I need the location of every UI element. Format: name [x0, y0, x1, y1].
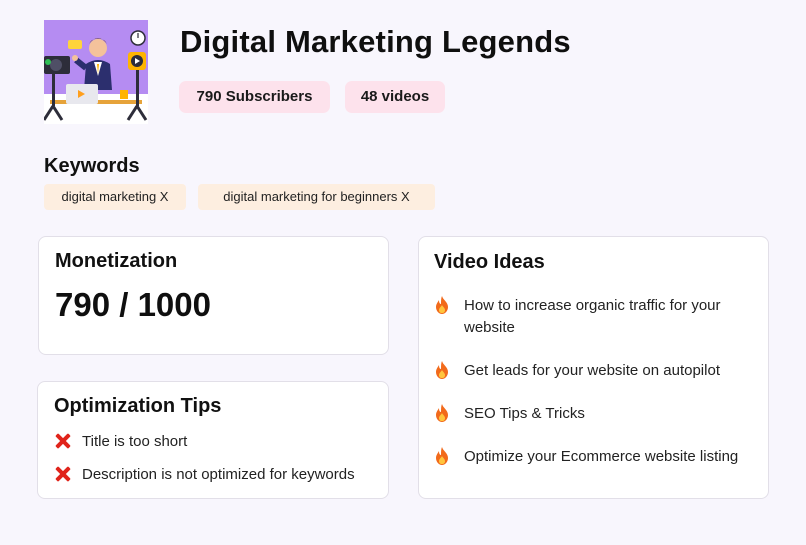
tip-text: Description is not optimized for keyword… [82, 465, 355, 483]
keyword-chip[interactable]: digital marketing X [44, 184, 186, 210]
video-idea-text: SEO Tips & Tricks [464, 405, 585, 422]
subscriber-count-badge: 790 Subscribers [179, 81, 330, 113]
video-idea-text: How to increase organic traffic for your… [464, 297, 721, 336]
video-count-badge: 48 videos [345, 81, 445, 113]
fire-icon [436, 404, 448, 422]
keyword-chip[interactable]: digital marketing for beginners X [198, 184, 435, 210]
tip-text: Title is too short [82, 432, 188, 450]
video-ideas-heading: Video Ideas [434, 251, 545, 273]
optimization-tips-card: Optimization Tips Title is too short Des… [37, 381, 389, 499]
optimization-tips-heading: Optimization Tips [54, 395, 222, 417]
fire-icon [436, 296, 448, 314]
video-idea-text: Get leads for your website on autopilot [464, 362, 720, 379]
keywords-heading: Keywords [44, 155, 140, 177]
fire-icon [436, 361, 448, 379]
video-idea-text: Optimize your Ecommerce website listing [464, 448, 739, 465]
optimization-tip: Title is too short [54, 432, 187, 450]
video-ideas-card: Video Ideas How to increase organic traf… [418, 236, 769, 499]
fire-icon [436, 447, 448, 465]
cross-mark-icon [54, 432, 72, 450]
channel-thumbnail [44, 20, 148, 124]
monetization-card: Monetization 790 / 1000 [38, 236, 389, 355]
video-idea-item[interactable]: Get leads for your website on autopilot [434, 360, 754, 382]
monetization-heading: Monetization [55, 250, 178, 272]
monetization-progress-value: 790 / 1000 [55, 286, 211, 323]
marketer-illustration [44, 20, 148, 124]
channel-title: Digital Marketing Legends [180, 24, 571, 59]
cross-mark-icon [54, 465, 72, 483]
video-idea-item[interactable]: SEO Tips & Tricks [434, 403, 754, 425]
optimization-tip: Description is not optimized for keyword… [54, 465, 355, 483]
video-idea-item[interactable]: How to increase organic traffic for your… [434, 295, 754, 339]
video-idea-item[interactable]: Optimize your Ecommerce website listing [434, 446, 754, 468]
